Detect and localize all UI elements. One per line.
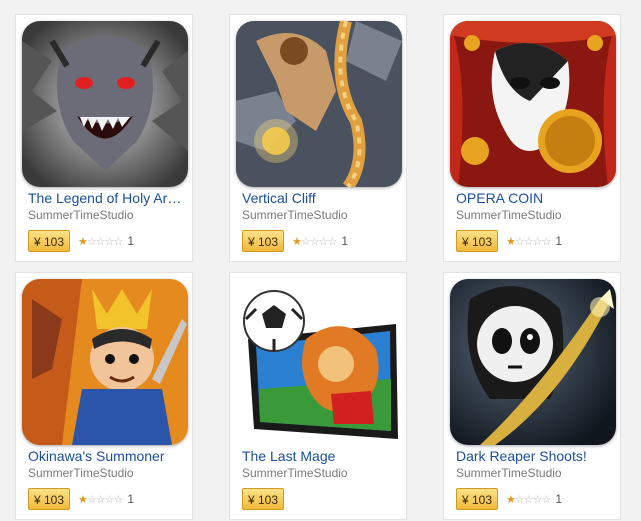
app-developer: SummerTimeStudio	[456, 208, 562, 222]
app-icon-holy-archer[interactable]	[22, 21, 188, 187]
star-rating: ★☆☆☆☆ 1	[292, 233, 348, 250]
app-card[interactable]: Okinawa's Summoner SummerTimeStudio ¥ 10…	[15, 272, 193, 520]
app-title[interactable]: OPERA COIN	[456, 190, 612, 206]
app-developer: SummerTimeStudio	[28, 466, 134, 480]
app-icon-dark-reaper[interactable]	[450, 279, 616, 445]
price-button[interactable]: ¥ 103	[28, 488, 71, 510]
app-card[interactable]: The Legend of Holy Archer SummerTimeStud…	[15, 14, 193, 262]
app-title[interactable]: Dark Reaper Shoots!	[456, 448, 612, 464]
app-icon-opera-coin[interactable]	[450, 21, 616, 187]
rating-count: 1	[127, 234, 135, 248]
soccer-lion-icon	[236, 279, 402, 445]
app-developer: SummerTimeStudio	[456, 466, 562, 480]
app-developer: SummerTimeStudio	[28, 208, 134, 222]
app-card[interactable]: Vertical Cliff SummerTimeStudio ¥ 103 ★☆…	[229, 14, 407, 262]
price-button[interactable]: ¥ 103	[456, 230, 499, 252]
star-rating: ★☆☆☆☆ 1	[78, 491, 134, 508]
app-title[interactable]: Vertical Cliff	[242, 190, 398, 206]
price-button[interactable]: ¥ 103	[242, 230, 285, 252]
opera-mask-icon	[450, 21, 616, 187]
rating-stars: ★☆☆☆☆	[78, 236, 123, 248]
app-card[interactable]: The Last Mage SummerTimeStudio ¥ 103	[229, 272, 407, 520]
price-button[interactable]: ¥ 103	[242, 488, 285, 510]
price-button[interactable]: ¥ 103	[28, 230, 71, 252]
samurai-icon	[22, 279, 188, 445]
rating-stars: ★☆☆☆☆	[292, 236, 337, 248]
app-card[interactable]: OPERA COIN SummerTimeStudio ¥ 103 ★☆☆☆☆ 1	[443, 14, 621, 262]
price-button[interactable]: ¥ 103	[456, 488, 499, 510]
app-icon-okinawa-summoner[interactable]	[22, 279, 188, 445]
reaper-icon	[450, 279, 616, 445]
climber-icon	[236, 21, 402, 187]
star-rating: ★☆☆☆☆ 1	[506, 491, 562, 508]
app-card[interactable]: Dark Reaper Shoots! SummerTimeStudio ¥ 1…	[443, 272, 621, 520]
rating-stars: ★☆☆☆☆	[78, 494, 123, 506]
app-title[interactable]: The Last Mage	[242, 448, 398, 464]
star-rating: ★☆☆☆☆ 1	[78, 233, 134, 250]
star-rating: ★☆☆☆☆ 1	[506, 233, 562, 250]
app-icon-last-mage[interactable]	[236, 279, 402, 445]
rating-count: 1	[555, 492, 563, 506]
app-developer: SummerTimeStudio	[242, 466, 348, 480]
rating-count: 1	[555, 234, 563, 248]
app-icon-vertical-cliff[interactable]	[236, 21, 402, 187]
rating-stars: ★☆☆☆☆	[506, 236, 551, 248]
rating-stars: ★☆☆☆☆	[506, 494, 551, 506]
rating-count: 1	[341, 234, 349, 248]
app-title[interactable]: Okinawa's Summoner	[28, 448, 184, 464]
rating-count: 1	[127, 492, 135, 506]
app-title[interactable]: The Legend of Holy Archer	[28, 190, 184, 206]
demon-icon	[22, 21, 188, 187]
app-developer: SummerTimeStudio	[242, 208, 348, 222]
